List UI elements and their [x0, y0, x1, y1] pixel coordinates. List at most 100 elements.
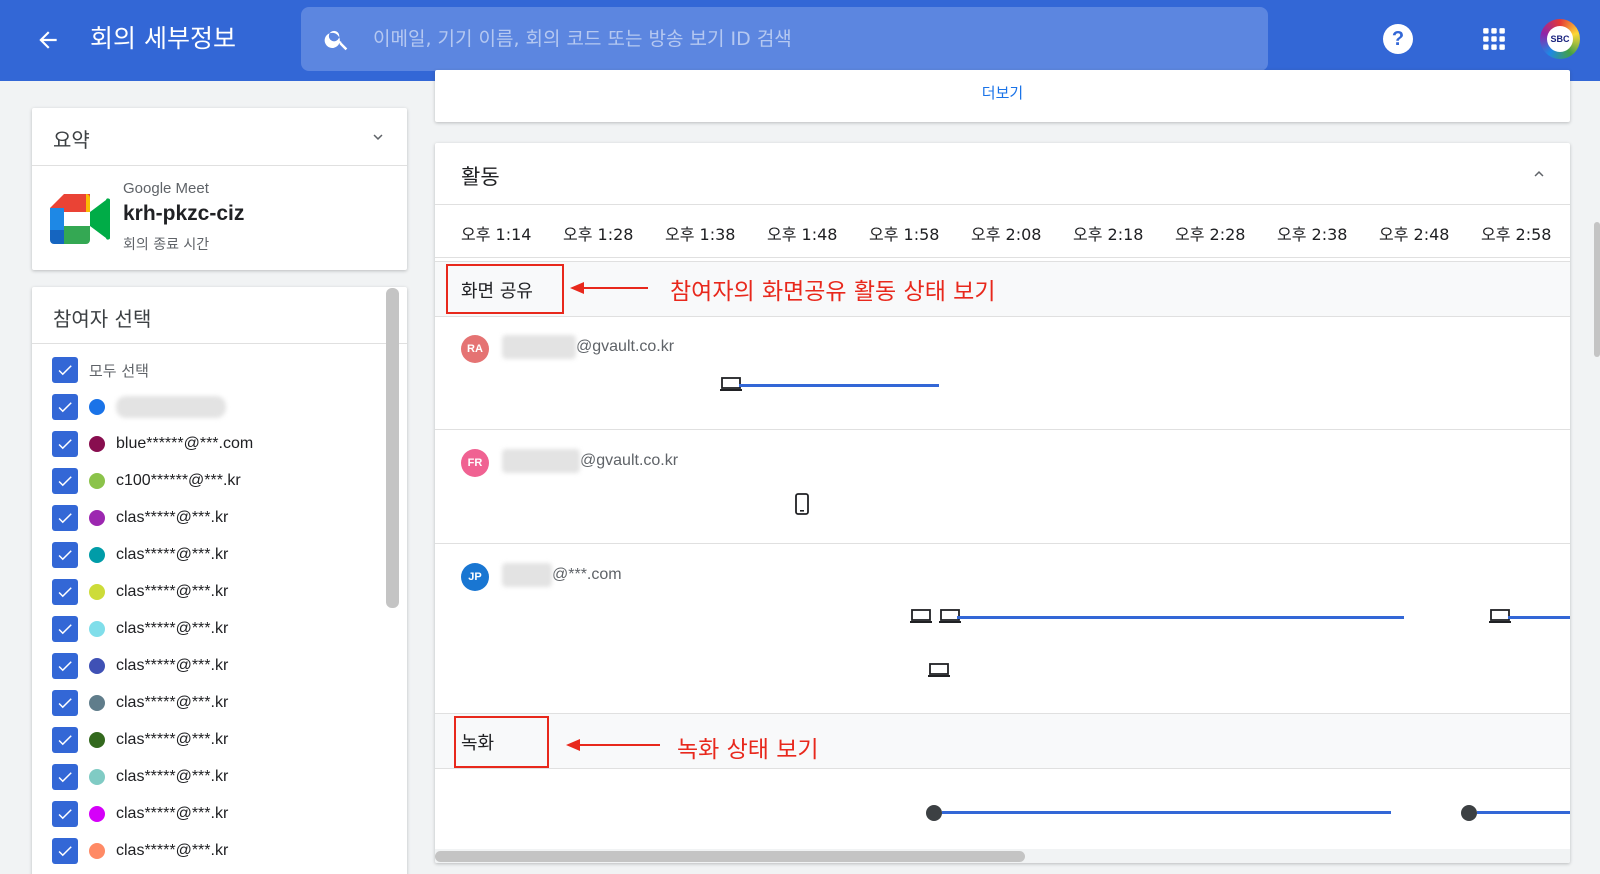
participant-list-scrollbar[interactable]	[386, 288, 399, 608]
meeting-code: krh-pkzc-ciz	[123, 202, 245, 225]
participant-row[interactable]: clas*****@***.kr	[52, 762, 372, 792]
participant-row[interactable]: blue******@***.com	[52, 429, 372, 459]
select-all-checkbox[interactable]	[52, 357, 78, 383]
participant-email: clas*****@***.kr	[116, 583, 229, 600]
recording-bar[interactable]	[942, 811, 1391, 814]
participant-row[interactable]: clas*****@***.kr	[52, 540, 372, 570]
participant-email: clas*****@***.kr	[116, 842, 229, 859]
participant-row[interactable]: clas*****@***.kr	[52, 725, 372, 755]
participant-checkbox[interactable]	[52, 727, 78, 753]
participant-email: clas*****@***.kr	[116, 694, 229, 711]
help-icon[interactable]: ?	[1383, 24, 1413, 54]
checkmark-icon	[58, 476, 72, 487]
participant-row[interactable]: clas*****@***.kr	[52, 577, 372, 607]
checkmark-icon	[58, 735, 72, 746]
checkmark-icon	[58, 809, 72, 820]
participant-checkbox[interactable]	[52, 431, 78, 457]
participant-row[interactable]: clas*****@***.kr	[52, 799, 372, 829]
participant-color-dot	[89, 732, 105, 748]
show-more-link[interactable]: 더보기	[435, 82, 1570, 103]
page-title: 회의 세부정보	[90, 24, 236, 53]
email-domain: @gvault.co.kr	[580, 452, 679, 470]
time-tick: 오후 2:38	[1277, 225, 1348, 244]
back-arrow-icon[interactable]	[30, 22, 66, 58]
participant-checkbox[interactable]	[52, 838, 78, 864]
participant-checkbox[interactable]	[52, 468, 78, 494]
participant-checkbox[interactable]	[52, 616, 78, 642]
time-tick: 오후 2:08	[971, 225, 1042, 244]
screen-share-bar[interactable]	[1508, 616, 1570, 619]
participant-email: clas*****@***.kr	[116, 657, 229, 674]
participant-checkbox[interactable]	[52, 764, 78, 790]
participant-select-header: 참여자 선택	[32, 287, 407, 344]
checkmark-icon	[58, 513, 72, 524]
search-bar[interactable]	[301, 7, 1268, 71]
participant-checkbox[interactable]	[52, 653, 78, 679]
participant-email: clas*****@***.kr	[116, 805, 229, 822]
participant-row[interactable]: clas*****@***.kr	[52, 688, 372, 718]
time-tick: 오후 2:58	[1481, 225, 1552, 244]
page-vertical-scrollbar[interactable]	[1594, 222, 1600, 357]
time-tick: 오후 1:14	[461, 225, 532, 244]
row-divider	[435, 429, 1570, 430]
screen-share-bar[interactable]	[957, 616, 1404, 619]
recording-start-marker[interactable]	[1461, 805, 1477, 821]
checkmark-icon	[58, 365, 72, 376]
participant-email: c100******@***.kr	[116, 472, 241, 489]
participant-color-dot	[89, 584, 105, 600]
participant-row[interactable]: clas*****@***.kr	[52, 651, 372, 681]
participant-email: blue******@***.com	[116, 435, 254, 452]
account-avatar-text: SBC	[1547, 26, 1573, 52]
select-all-row[interactable]: 모두 선택	[52, 355, 372, 385]
chevron-down-icon[interactable]	[369, 128, 387, 146]
participant-select-title: 참여자 선택	[53, 307, 152, 331]
participant-color-dot	[89, 473, 105, 489]
phone-icon	[795, 493, 809, 515]
timeline-axis: 오후 1:14 오후 1:28 오후 1:38 오후 1:48 오후 1:58 …	[435, 205, 1570, 258]
summary-header[interactable]: 요약	[32, 108, 407, 166]
summary-title: 요약	[53, 128, 90, 152]
checkmark-icon	[58, 587, 72, 598]
participant-color-dot	[89, 658, 105, 674]
time-tick: 오후 1:38	[665, 225, 736, 244]
participant-avatar: JP	[461, 563, 489, 591]
participant-avatar: FR	[461, 449, 489, 477]
activity-header[interactable]: 활동	[435, 143, 1570, 205]
select-all-label: 모두 선택	[89, 361, 149, 380]
recording-start-marker[interactable]	[926, 805, 942, 821]
participant-color-dot	[89, 547, 105, 563]
participant-checkbox[interactable]	[52, 801, 78, 827]
activity-row-email: @***.com	[502, 563, 622, 587]
participant-color-dot	[89, 436, 105, 452]
meeting-app-name: Google Meet	[123, 180, 209, 197]
chevron-up-icon[interactable]	[1530, 165, 1548, 183]
recording-bar[interactable]	[1477, 811, 1570, 814]
participant-checkbox[interactable]	[52, 579, 78, 605]
participant-email: clas*****@***.kr	[116, 620, 229, 637]
screen-share-bar[interactable]	[739, 384, 939, 387]
participant-color-dot	[89, 399, 105, 415]
search-icon	[324, 30, 348, 51]
time-tick: 오후 2:18	[1073, 225, 1144, 244]
activity-card: 활동 오후 1:14 오후 1:28 오후 1:38 오후 1:48 오후 1:…	[435, 143, 1570, 863]
screen-share-highlight-box	[446, 264, 564, 314]
horizontal-scrollbar[interactable]	[435, 851, 1025, 862]
participant-avatar: RA	[461, 335, 489, 363]
participant-row[interactable]: clas*****@***.kr	[52, 836, 372, 866]
search-input[interactable]	[373, 19, 1233, 59]
participant-color-dot	[89, 621, 105, 637]
time-tick: 오후 1:28	[563, 225, 634, 244]
participant-checkbox[interactable]	[52, 394, 78, 420]
participant-checkbox[interactable]	[52, 542, 78, 568]
participant-checkbox[interactable]	[52, 505, 78, 531]
participant-row[interactable]: clas*****@***.kr	[52, 614, 372, 644]
participant-color-dot	[89, 510, 105, 526]
participant-checkbox[interactable]	[52, 690, 78, 716]
horizontal-scroll-track	[435, 849, 1570, 863]
apps-grid-icon[interactable]	[1481, 26, 1507, 52]
account-avatar[interactable]: SBC	[1540, 19, 1580, 59]
time-tick: 오후 2:48	[1379, 225, 1450, 244]
participant-row[interactable]	[52, 392, 372, 422]
participant-row[interactable]: clas*****@***.kr	[52, 503, 372, 533]
participant-row[interactable]: c100******@***.kr	[52, 466, 372, 496]
